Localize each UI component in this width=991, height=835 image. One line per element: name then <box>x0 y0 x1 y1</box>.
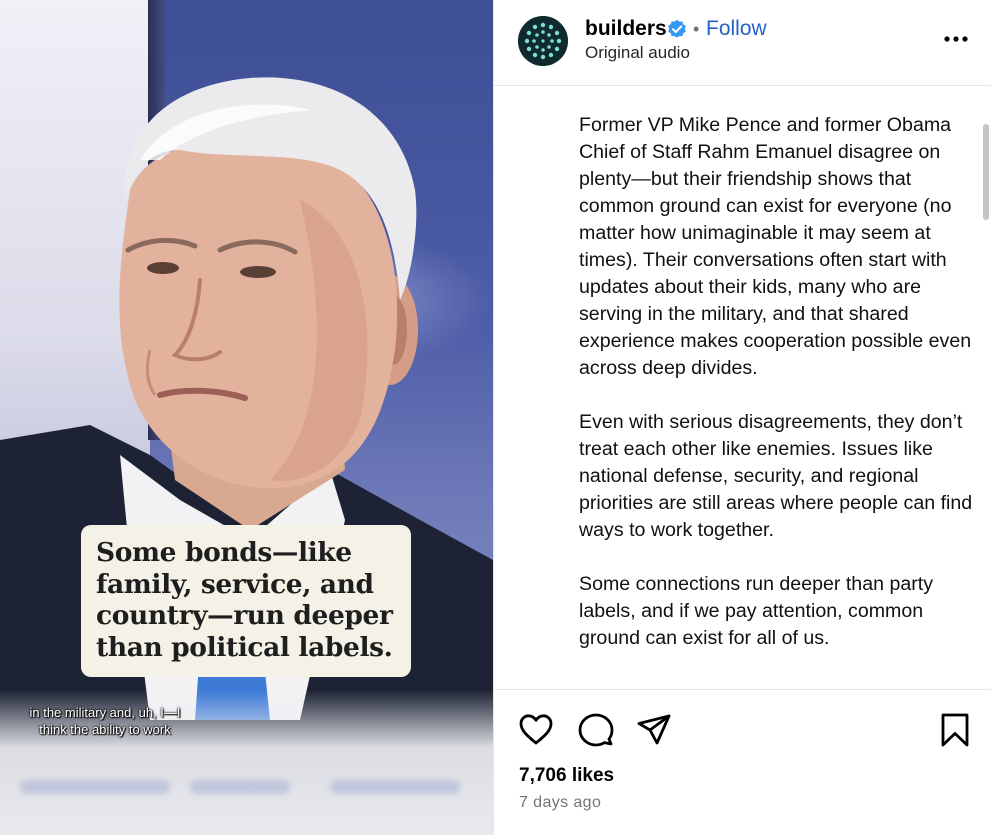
quote-line: family, service, and <box>96 568 374 600</box>
caption-scrollbar[interactable] <box>983 124 989 220</box>
verified-badge-icon <box>668 19 686 38</box>
bookmark-icon[interactable] <box>937 712 973 748</box>
share-icon[interactable] <box>636 712 672 748</box>
blurred-text <box>190 780 290 794</box>
separator-dot: • <box>693 19 700 39</box>
blurred-text <box>330 780 460 794</box>
subtitle-line: in the military and, uh, I—I <box>29 705 181 720</box>
caption-paragraph: Former VP Mike Pence and former Obama Ch… <box>579 114 972 379</box>
comment-icon[interactable] <box>578 712 614 748</box>
quote-line: Some bonds—like <box>96 537 352 568</box>
scrollbar-thumb[interactable] <box>983 124 989 220</box>
blurred-text <box>20 780 170 794</box>
audio-link[interactable]: Original audio <box>585 43 690 63</box>
quote-card: Some bonds—like family, service, and cou… <box>81 525 411 677</box>
username[interactable]: builders <box>585 17 667 41</box>
heart-icon[interactable] <box>518 712 554 748</box>
post-timestamp[interactable]: 7 days ago <box>519 794 601 812</box>
quote-line: than political labels. <box>96 631 393 663</box>
follow-button[interactable]: Follow <box>706 17 767 41</box>
builders-logo-icon <box>518 16 568 66</box>
quote-line: country—run deeper <box>96 600 393 631</box>
avatar[interactable] <box>518 16 568 66</box>
post-header: builders • Follow Original audio <box>494 0 991 86</box>
caption-paragraph: Even with serious disagreements, they do… <box>579 411 973 541</box>
post-panel: builders • Follow Original audio Former … <box>493 0 991 835</box>
more-options-icon[interactable] <box>942 28 972 48</box>
post-actions: 7,706 likes 7 days ago <box>494 689 991 835</box>
caption-paragraph: Some connections run deeper than party l… <box>579 573 933 649</box>
reel-video[interactable]: Some bonds—like family, service, and cou… <box>0 0 493 835</box>
like-count[interactable]: 7,706 likes <box>519 765 614 787</box>
subtitle-line: think the ability to work <box>39 722 171 737</box>
post-caption: Former VP Mike Pence and former Obama Ch… <box>579 112 979 672</box>
video-subtitle: in the military and, uh, I—I think the a… <box>0 704 210 738</box>
